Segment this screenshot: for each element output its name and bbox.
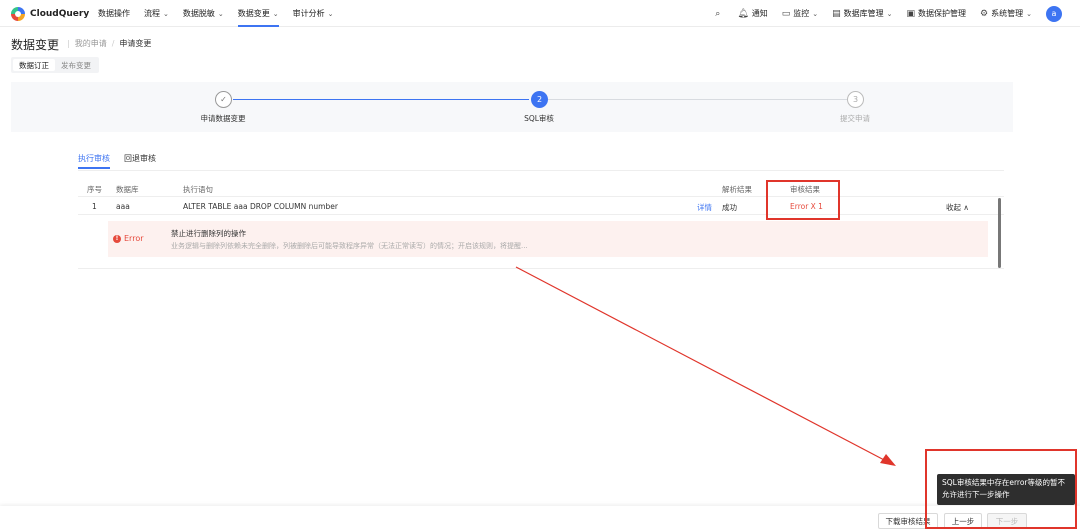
arrow-line (515, 266, 889, 463)
row-parse-result: 成功 (722, 203, 737, 212)
step-connector (233, 99, 529, 100)
chevron-down-icon: ⌄ (163, 9, 169, 18)
notify-button[interactable]: 🔔︎ 通知 (737, 8, 767, 19)
col-statement: 执行语句 (183, 185, 213, 194)
collapse-toggle[interactable]: 收起 ∧ (946, 202, 969, 213)
bell-icon: 🔔︎ (737, 8, 749, 19)
tabs-divider (78, 170, 1004, 171)
bottom-action-bar: 下载审核结果 上一步 下一步 (0, 506, 1080, 532)
tab-data-correction[interactable]: 数据订正 (13, 59, 55, 71)
table-divider (78, 268, 1004, 269)
nav-label: 数据脱敏 (182, 9, 215, 18)
tab-execute-audit[interactable]: 执行审核 (78, 153, 110, 169)
tab-rollback-audit[interactable]: 回退审核 (124, 153, 156, 169)
change-type-tabs: 数据订正 发布变更 (11, 57, 99, 73)
row-statement: ALTER TABLE aaa DROP COLUMN number (183, 202, 338, 211)
step-label-sql-audit: SQL审核 (524, 114, 554, 123)
system-manage-label: 系统管理 (991, 9, 1024, 18)
monitor-icon: ▭ (781, 8, 791, 19)
nav-item-data-masking[interactable]: 数据脱敏 ⌄ (183, 0, 224, 27)
nav-label: 数据变更 (237, 9, 270, 18)
db-manage-label: 数据库管理 (843, 9, 884, 18)
breadcrumb-my-requests[interactable]: 我的申请 (75, 38, 107, 49)
detail-link[interactable]: 详情 (697, 202, 712, 213)
annotation-box-next-step (925, 449, 1077, 529)
chevron-down-icon: ⌄ (886, 9, 893, 18)
annotation-arrow (515, 266, 896, 466)
top-navbar: CloudQuery 数据操作 流程 ⌄ 数据脱敏 ⌄ 数据变更 ⌄ 审计分析 ⌄ ⌕ … (0, 0, 1080, 27)
step-label-apply: 申请数据变更 (200, 114, 246, 123)
notify-label: 通知 (751, 9, 768, 18)
table-header: 序号 数据库 执行语句 解析结果 审核结果 (78, 180, 1004, 197)
step-number-3: 3 (847, 91, 864, 108)
col-parse-result: 解析结果 (722, 185, 752, 194)
nav-label: 审计分析 (292, 9, 325, 18)
error-level-label: Error (124, 234, 144, 243)
check-icon: ✓ (215, 91, 232, 108)
row-index: 1 (92, 202, 97, 211)
monitor-label: 监控 (793, 9, 810, 18)
step-number-2: 2 (531, 91, 548, 108)
data-protect-button[interactable]: ▣ 数据保护管理 (907, 8, 967, 19)
col-database: 数据库 (116, 185, 139, 194)
row-database: aaa (116, 202, 130, 211)
logo[interactable]: CloudQuery (11, 7, 89, 21)
database-icon: ▤ (832, 8, 841, 19)
cloudquery-logo-icon (11, 7, 25, 21)
monitor-menu[interactable]: ▭ 监控 ⌄ (782, 8, 818, 19)
step-connector (548, 99, 847, 100)
table-row[interactable]: 1 aaa ALTER TABLE aaa DROP COLUMN number… (78, 198, 1004, 215)
chevron-down-icon: ⌄ (327, 9, 334, 18)
audit-tabs: 执行审核 回退审核 (78, 153, 170, 169)
arrow-head (880, 454, 896, 466)
system-manage-menu[interactable]: ⚙︎ 系统管理 ⌄ (980, 8, 1032, 19)
nav-item-audit-analysis[interactable]: 审计分析 ⌄ (293, 0, 334, 27)
table-scrollbar[interactable] (998, 198, 1001, 268)
steps-progress: ✓ 申请数据变更 2 SQL审核 3 提交申请 (11, 82, 1013, 132)
nav-item-workflow[interactable]: 流程 ⌄ (144, 0, 169, 27)
chevron-down-icon: ⌄ (812, 9, 819, 18)
db-manage-menu[interactable]: ▤ 数据库管理 ⌄ (832, 8, 892, 19)
search-icon: ⌕ (715, 8, 721, 19)
search-button[interactable]: ⌕ (715, 9, 723, 19)
logo-text: CloudQuery (30, 9, 90, 19)
annotation-box-audit-result (766, 180, 840, 220)
breadcrumb-separator: | (67, 39, 70, 48)
error-icon: ! (113, 234, 121, 243)
avatar[interactable]: a (1046, 5, 1062, 22)
step-label-submit: 提交申请 (840, 114, 870, 123)
nav-label: 数据操作 (98, 9, 130, 18)
nav-label: 流程 (144, 9, 160, 18)
rule-title: 禁止进行删除列的操作 (171, 229, 246, 238)
nav-item-data-operation[interactable]: 数据操作 (98, 0, 130, 27)
error-level: ! Error (113, 234, 144, 243)
chevron-down-icon: ⌄ (1026, 9, 1032, 18)
gear-icon: ⚙︎ (980, 8, 989, 19)
chevron-down-icon: ⌄ (217, 9, 224, 18)
col-index: 序号 (87, 185, 102, 194)
shield-icon: ▣ (906, 8, 916, 19)
breadcrumb-separator: / (111, 39, 115, 48)
data-protect-label: 数据保护管理 (918, 9, 967, 18)
rule-description: 业务逻辑与删除列依赖未完全删除，列被删除后可能导致程序异常（无法正常读写）的情况… (171, 242, 528, 250)
audit-detail-panel: ! Error 禁止进行删除列的操作 业务逻辑与删除列依赖未完全删除，列被删除后… (108, 221, 988, 257)
page-title: 数据变更 (11, 38, 60, 52)
tab-release-change[interactable]: 发布变更 (55, 59, 97, 71)
chevron-down-icon: ⌄ (272, 9, 279, 18)
nav-item-data-change[interactable]: 数据变更 ⌄ (237, 0, 279, 27)
breadcrumb: | 我的申请 / 申请变更 (62, 38, 151, 49)
breadcrumb-current: 申请变更 (119, 39, 152, 48)
